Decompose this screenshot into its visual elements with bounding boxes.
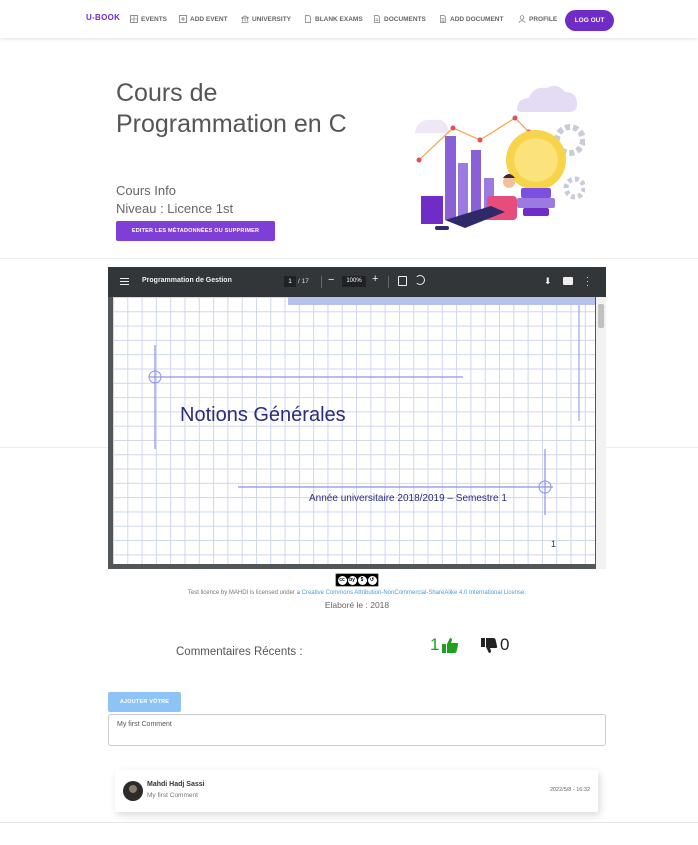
zoom-in-icon[interactable]: +	[372, 273, 378, 285]
slide-decoration	[148, 305, 580, 515]
nav-item-add-event[interactable]: ADD EVENT	[179, 15, 228, 23]
toolbar-divider	[388, 276, 389, 288]
nav-item-label: PROFILE	[529, 15, 558, 23]
hero-illustration	[415, 85, 585, 230]
menu-icon[interactable]	[120, 278, 129, 285]
dislike-button[interactable]: 0	[480, 635, 509, 655]
zoom-out-icon[interactable]: −	[328, 274, 334, 286]
add-comment-button[interactable]: AJOUTER VÔTRE	[108, 692, 181, 712]
license-suffix: .	[524, 590, 527, 596]
document-icon	[374, 15, 380, 23]
nav-item-university[interactable]: UNIVERSITY	[241, 15, 291, 23]
page-title: Cours de Programmation en C	[116, 79, 347, 138]
nav-item-documents[interactable]: DOCUMENTS	[373, 15, 426, 23]
nav-item-label: EVENTS	[141, 15, 168, 23]
nav-item-label: ADD EVENT	[190, 15, 228, 23]
slide-subtitle: Année universitaire 2018/2019 – Semestre…	[309, 493, 507, 504]
comment-author: Mahdi Hadj Sassi	[147, 781, 205, 788]
more-options-icon[interactable]: · · ·	[586, 273, 589, 290]
brand-logo[interactable]: U-BOOK	[86, 13, 120, 22]
page-total: / 17	[298, 278, 309, 285]
toolbar-divider	[321, 276, 322, 288]
fit-page-icon[interactable]	[398, 276, 407, 286]
license-text: Test licence by MAHDI is licensed under …	[0, 590, 698, 596]
pdf-toolbar: Programmation de Gestion 1 / 17 − 100% +…	[108, 267, 606, 297]
slide-number: 1	[551, 539, 557, 549]
dislike-count: 0	[500, 635, 510, 654]
grid-icon	[130, 15, 138, 23]
document-add-icon	[440, 15, 446, 23]
thumbs-up-icon	[442, 637, 459, 653]
add-box-icon	[179, 15, 187, 23]
zoom-level-input[interactable]: 100%	[342, 276, 366, 287]
nav-item-events[interactable]: EVENTS	[130, 15, 167, 23]
pdf-document-title: Programmation de Gestion	[142, 277, 232, 284]
nav-item-blank-exams[interactable]: BLANK EXAMS	[304, 15, 363, 23]
pdf-page: Notions Générales Année universitaire 20…	[113, 297, 595, 564]
nav-item-add-document[interactable]: ADD DOCUMENT	[439, 15, 503, 23]
comment-input[interactable]: My first Comment	[108, 714, 606, 746]
comment-date: 2022/5/8 - 16:32	[549, 787, 590, 793]
license-link[interactable]: Creative Commons Attribution-NonCommerci…	[302, 590, 525, 596]
nav-item-label: UNIVERSITY	[252, 15, 292, 23]
slide-title: Notions Générales	[180, 404, 346, 426]
pdf-viewer[interactable]: Programmation de Gestion 1 / 17 − 100% +…	[108, 267, 606, 569]
recent-comments-heading: Commentaires Récents :	[176, 646, 303, 658]
avatar	[123, 781, 143, 801]
creative-commons-badge-icon[interactable]: cc by $ ↺	[335, 573, 379, 587]
file-icon	[305, 15, 311, 23]
download-icon[interactable]: ⬇	[544, 276, 552, 287]
like-count: 1	[430, 635, 440, 654]
comment-card: Mahdi Hadj Sassi My first Comment 2022/5…	[115, 770, 598, 812]
nav-item-profile[interactable]: PROFILE	[518, 15, 557, 23]
nav-item-label: BLANK EXAMS	[315, 15, 363, 23]
logout-button[interactable]: LOG OUT	[565, 10, 614, 31]
edit-metadata-button[interactable]: EDITER LES MÉTADONNÉES OU SUPPRIMER	[116, 221, 275, 241]
license-prefix: Test licence by MAHDI is licensed under …	[187, 590, 302, 596]
comment-text: My first Comment	[147, 792, 198, 799]
elaboration-date: Elaboré le : 2018	[324, 600, 390, 610]
top-navbar: U-BOOK EVENTS ADD EVENT UNIVERSITY BLANK…	[0, 0, 698, 38]
course-level: Niveau : Licence 1st	[116, 201, 234, 216]
course-category: Cours Info	[116, 183, 176, 198]
pdf-scrollbar[interactable]	[596, 297, 606, 569]
nav-item-label: ADD DOCUMENT	[450, 15, 504, 23]
rotate-icon[interactable]	[415, 275, 425, 285]
user-icon	[518, 15, 526, 23]
thumbs-down-icon	[481, 637, 498, 653]
nav-item-label: DOCUMENTS	[384, 15, 426, 23]
print-icon[interactable]	[563, 277, 573, 285]
like-button[interactable]: 1	[430, 635, 459, 655]
bank-icon	[241, 15, 249, 23]
page-number-input[interactable]: 1	[284, 276, 296, 287]
pdf-scrollbar-thumb[interactable]	[598, 304, 604, 328]
footer-divider	[0, 822, 698, 823]
